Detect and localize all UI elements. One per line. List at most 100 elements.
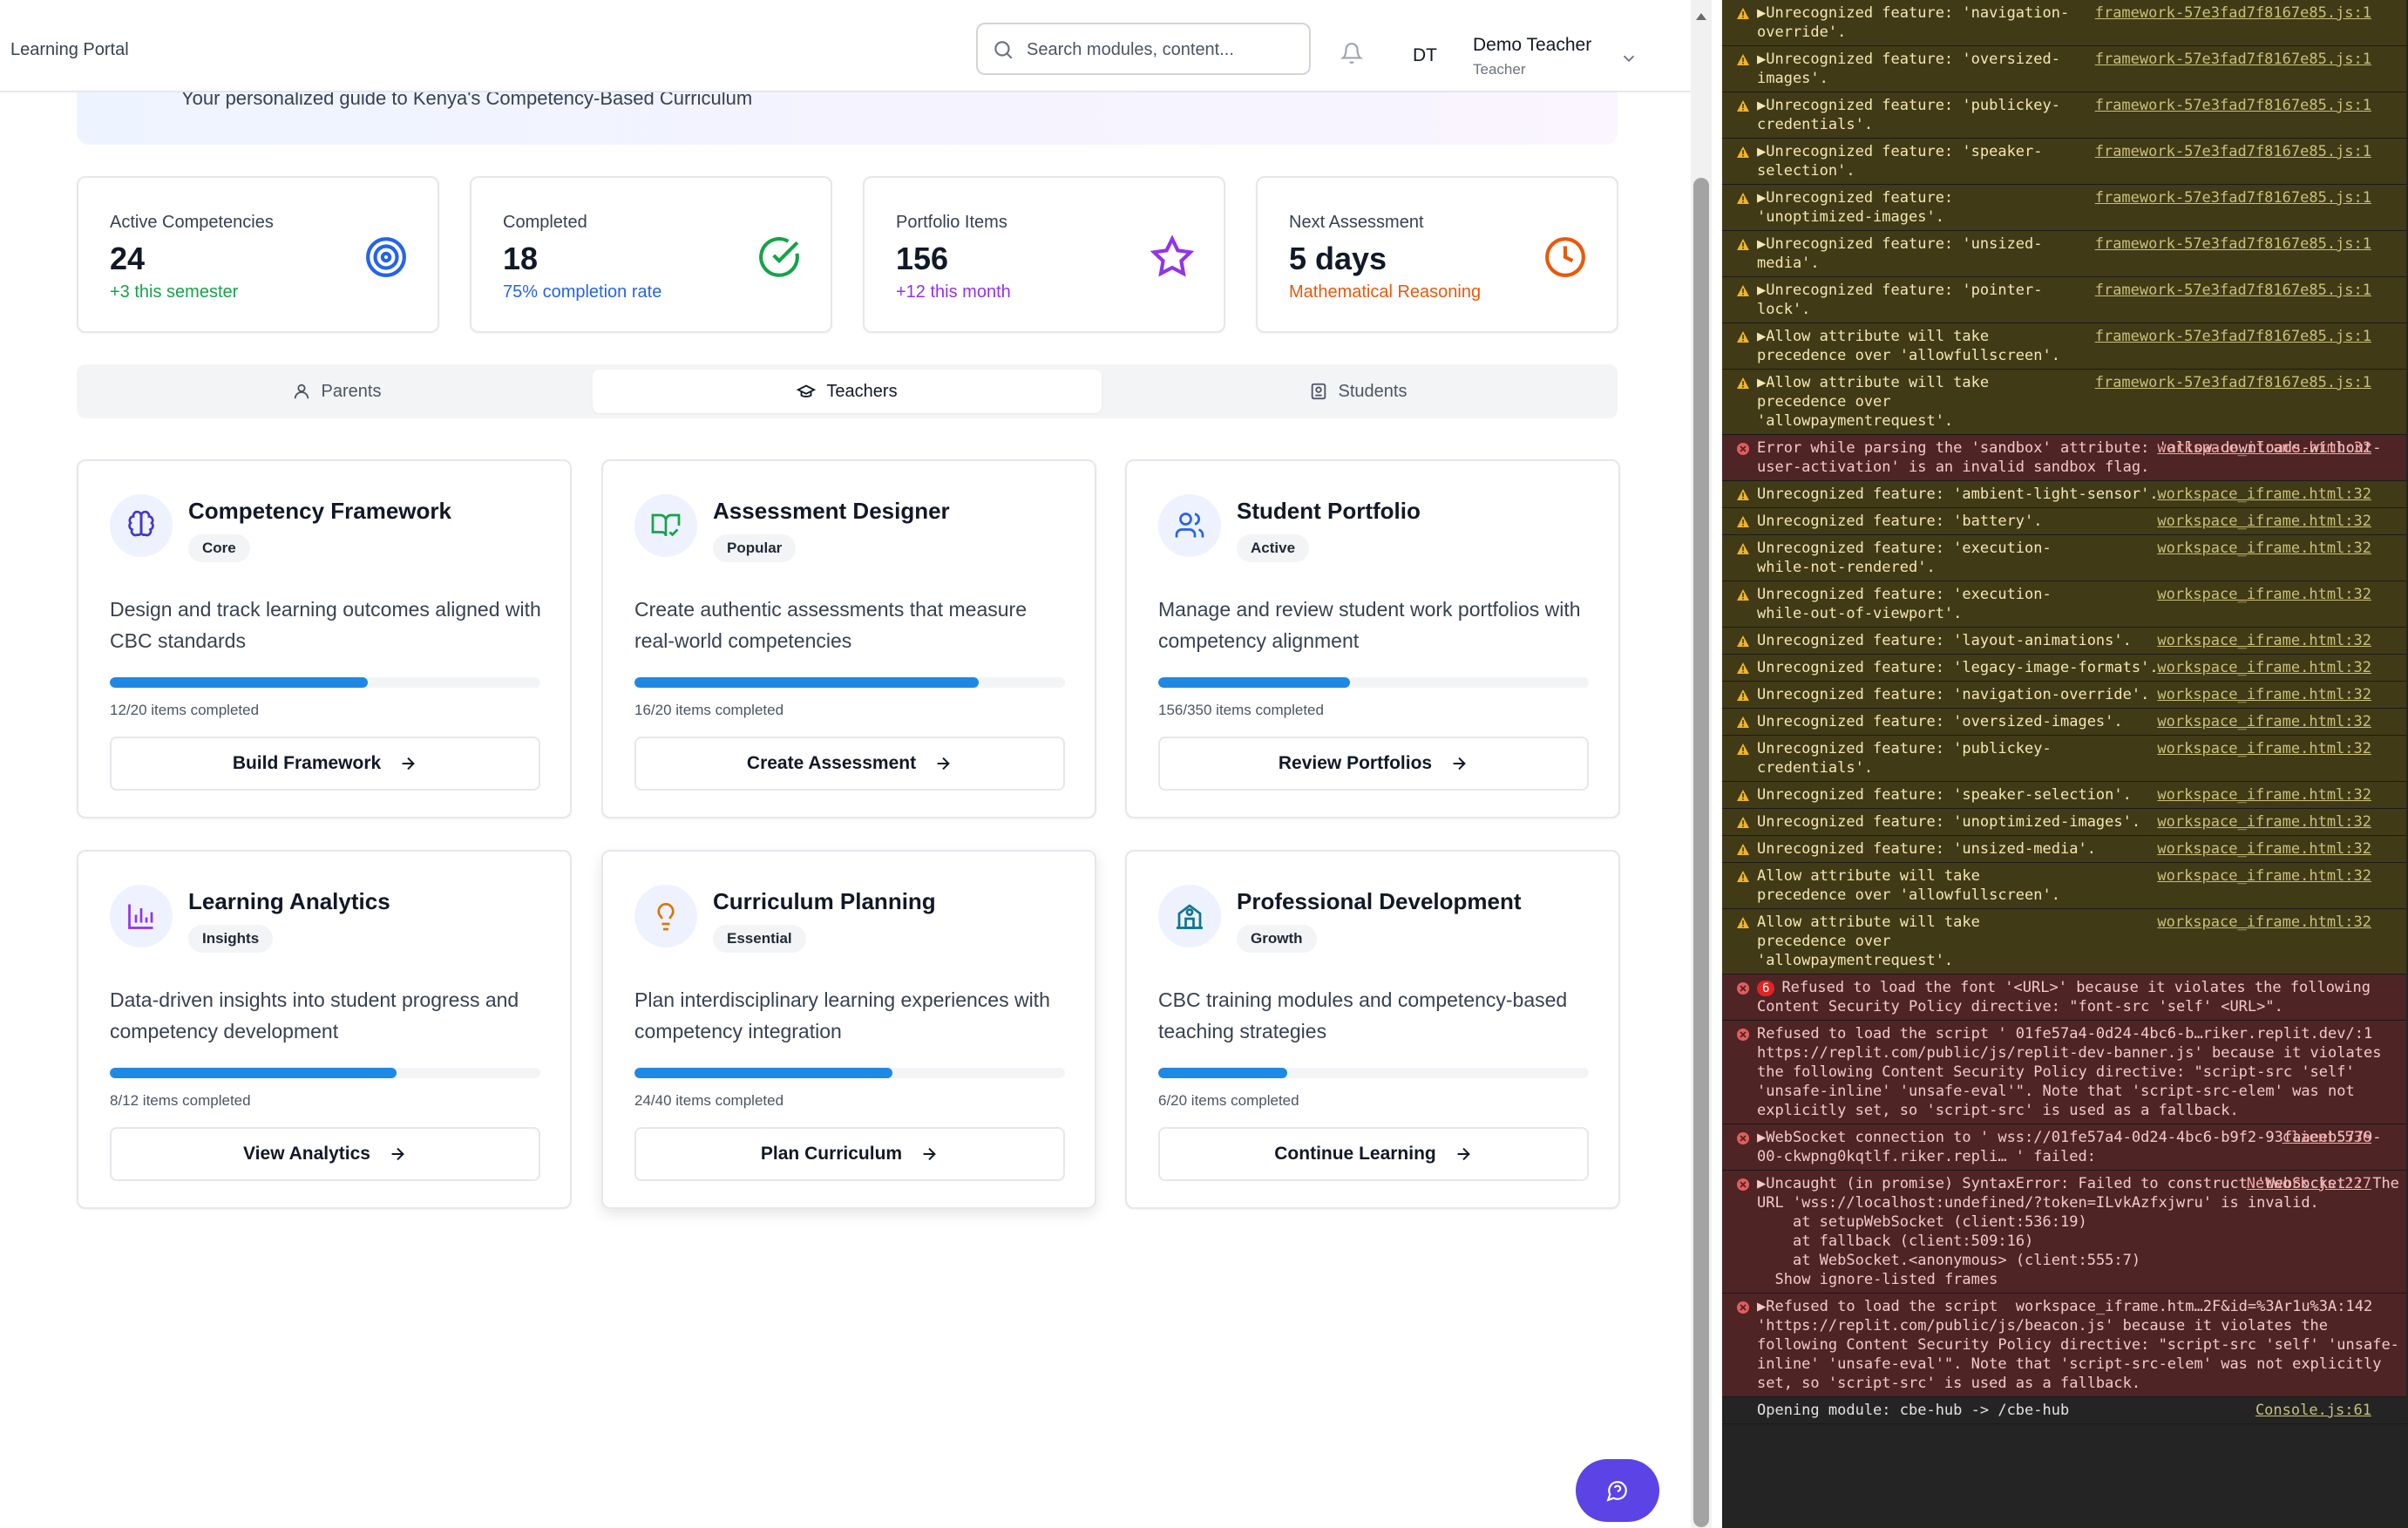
console-warning-entry[interactable]: ▶Unrecognized feature: 'pointer-lock'. fr…	[1722, 277, 2406, 323]
console-warning-entry[interactable]: ▶Unrecognized feature: 'oversized-images…	[1722, 46, 2406, 92]
progress-text: 24/40 items completed	[634, 1092, 784, 1109]
error-icon	[1737, 1301, 1749, 1314]
console-source-link[interactable]: workspace_iframe.html:32	[2157, 512, 2371, 531]
scrollbar-thumb[interactable]	[1693, 178, 1709, 1527]
chat-fab-button[interactable]	[1576, 1459, 1659, 1522]
console-source-link[interactable]: workspace_iframe.html:32	[2157, 658, 2371, 677]
warning-icon	[1737, 516, 1749, 527]
plan-curriculum-button[interactable]: Plan Curriculum	[634, 1127, 1065, 1181]
console-warning-entry[interactable]: Unrecognized feature: 'execution-while-n…	[1722, 535, 2406, 581]
create-assessment-button[interactable]: Create Assessment	[634, 737, 1065, 791]
warning-icon	[1737, 689, 1749, 701]
console-warning-entry[interactable]: Unrecognized feature: 'unsized-media'. wo…	[1722, 836, 2406, 863]
warning-icon	[1737, 917, 1749, 928]
tab-teachers[interactable]: Teachers	[593, 370, 1102, 413]
console-warning-entry[interactable]: Unrecognized feature: 'navigation-overri…	[1722, 682, 2406, 709]
console-warning-entry[interactable]: Unrecognized feature: 'layout-animations…	[1722, 628, 2406, 655]
console-source-link[interactable]: framework-57e3fad7f8167e85.js:1	[2095, 50, 2371, 69]
bell-icon[interactable]	[1340, 42, 1363, 65]
console-message: ▶Unrecognized feature: 'pointer-lock'.	[1757, 282, 2043, 318]
console-warning-entry[interactable]: ▶Allow attribute will take precedence ov…	[1722, 323, 2406, 370]
scroll-up-arrow-icon[interactable]	[1693, 10, 1709, 23]
console-warning-entry[interactable]: ▶Unrecognized feature: 'publickey-creden…	[1722, 92, 2406, 139]
console-warning-entry[interactable]: Allow attribute will take precedence ove…	[1722, 863, 2406, 909]
arrow-right-icon	[923, 1147, 936, 1161]
view-analytics-button[interactable]: View Analytics	[110, 1127, 540, 1181]
console-error-entry[interactable]: 6 Refused to load the font '<URL>' becaus…	[1722, 975, 2406, 1021]
console-message: ▶Allow attribute will take precedence ov…	[1757, 374, 1998, 430]
console-source-link[interactable]: workspace_iframe.html:32	[2157, 785, 2371, 805]
progress-bar	[634, 677, 1065, 688]
console-warning-entry[interactable]: Allow attribute will take precedence ove…	[1722, 909, 2406, 975]
module-card-student-portfolio: Student Portfolio Active Manage and revi…	[1125, 459, 1620, 818]
console-source-link[interactable]: framework-57e3fad7f8167e85.js:1	[2095, 373, 2371, 392]
stat-card-active-competencies: Active Competencies 24 +3 this semester	[77, 176, 439, 333]
console-warning-entry[interactable]: ▶Unrecognized feature: 'unsized-media'. f…	[1722, 231, 2406, 277]
console-source-link[interactable]: framework-57e3fad7f8167e85.js:1	[2095, 188, 2371, 207]
tab-students[interactable]: Students	[1103, 370, 1612, 413]
console-source-link[interactable]: workspace_iframe.html:32	[2157, 812, 2371, 832]
console-source-link[interactable]: workspace_iframe.html:32	[2157, 539, 2371, 558]
console-source-link[interactable]: workspace_iframe.html:32	[2157, 438, 2371, 458]
console-source-link[interactable]: workspace_iframe.html:32	[2157, 585, 2371, 604]
console-source-link[interactable]: framework-57e3fad7f8167e85.js:1	[2095, 3, 2371, 23]
console-source-link[interactable]: workspace_iframe.html:32	[2157, 685, 2371, 704]
search-input[interactable]	[1027, 37, 1297, 63]
console-source-link[interactable]: client:536	[2283, 1128, 2371, 1147]
console-source-link[interactable]: workspace_iframe.html:32	[2157, 485, 2371, 504]
console-error-entry[interactable]: ▶WebSocket connection to ' wss://01fe57a…	[1722, 1124, 2406, 1171]
build-framework-button[interactable]: Build Framework	[110, 737, 540, 791]
console-info-entry[interactable]: Opening module: cbe-hub -> /cbe-hub Conso…	[1722, 1397, 2406, 1424]
console-source-link[interactable]: workspace_iframe.html:32	[2157, 739, 2371, 758]
review-portfolios-button[interactable]: Review Portfolios	[1158, 737, 1589, 791]
console-source-link[interactable]: workspace_iframe.html:32	[2157, 913, 2371, 932]
search-box[interactable]	[976, 23, 1311, 75]
tab-parents[interactable]: Parents	[82, 370, 591, 413]
user-role: Teacher	[1473, 61, 1526, 78]
console-error-entry[interactable]: Refused to load the script ' 01fe57a4-0d…	[1722, 1021, 2406, 1124]
console-warning-entry[interactable]: Unrecognized feature: 'unoptimized-image…	[1722, 809, 2406, 836]
console-source-link[interactable]: framework-57e3fad7f8167e85.js:1	[2095, 142, 2371, 161]
console-source-link[interactable]: framework-57e3fad7f8167e85.js:1	[2095, 281, 2371, 300]
console-message: ▶Refused to load the script workspace_if…	[1757, 1298, 2399, 1392]
console-source-link[interactable]: workspace_iframe.html:32	[2157, 712, 2371, 731]
console-warning-entry[interactable]: Unrecognized feature: 'ambient-light-sen…	[1722, 481, 2406, 508]
console-source-link[interactable]: workspace_iframe.html:32	[2157, 866, 2371, 886]
console-warning-entry[interactable]: ▶Unrecognized feature: 'speaker-selectio…	[1722, 139, 2406, 185]
console-error-entry[interactable]: ▶Uncaught (in promise) SyntaxError: Fail…	[1722, 1171, 2406, 1294]
console-message: ▶Unrecognized feature: 'unsized-media'.	[1757, 235, 2043, 272]
console-message: 6 Refused to load the font '<URL>' becaus…	[1757, 979, 2380, 1015]
continue-learning-button[interactable]: Continue Learning	[1158, 1127, 1589, 1181]
console-error-entry[interactable]: ▶Refused to load the script workspace_if…	[1722, 1294, 2406, 1397]
users-icon	[1175, 513, 1204, 538]
brand-name[interactable]: Learning Portal	[10, 40, 129, 60]
warning-icon	[1737, 844, 1749, 855]
warning-icon	[1737, 331, 1749, 343]
chevron-down-icon[interactable]	[1619, 49, 1638, 68]
console-warning-entry[interactable]: Unrecognized feature: 'execution-while-o…	[1722, 581, 2406, 628]
warning-icon	[1737, 871, 1749, 882]
user-name[interactable]: Demo Teacher	[1473, 35, 1591, 56]
console-source-link[interactable]: Network.js:227	[2247, 1174, 2371, 1193]
warning-icon	[1737, 817, 1749, 828]
console-source-link[interactable]: workspace_iframe.html:32	[2157, 839, 2371, 859]
console-source-link[interactable]: Console.js:61	[2255, 1401, 2371, 1420]
console-error-entry[interactable]: Error while parsing the 'sandbox' attrib…	[1722, 435, 2406, 481]
console-source-link[interactable]: framework-57e3fad7f8167e85.js:1	[2095, 327, 2371, 346]
warning-icon	[1737, 193, 1749, 204]
console-source-link[interactable]: framework-57e3fad7f8167e85.js:1	[2095, 96, 2371, 115]
progress-text: 156/350 items completed	[1158, 702, 1324, 718]
console-warning-entry[interactable]: Unrecognized feature: 'legacy-image-form…	[1722, 655, 2406, 682]
console-warning-entry[interactable]: Unrecognized feature: 'battery'. workspac…	[1722, 508, 2406, 535]
console-warning-entry[interactable]: Unrecognized feature: 'oversized-images'…	[1722, 709, 2406, 736]
console-message: ▶Unrecognized feature: 'oversized-images…	[1757, 51, 2060, 87]
progress-text: 12/20 items completed	[110, 702, 260, 718]
console-warning-entry[interactable]: ▶Unrecognized feature: 'navigation-overr…	[1722, 0, 2406, 46]
console-warning-entry[interactable]: Unrecognized feature: 'publickey-credent…	[1722, 736, 2406, 782]
console-warning-entry[interactable]: Unrecognized feature: 'speaker-selection…	[1722, 782, 2406, 809]
avatar[interactable]: DT	[1403, 38, 1447, 73]
console-warning-entry[interactable]: ▶Allow attribute will take precedence ov…	[1722, 370, 2406, 435]
console-warning-entry[interactable]: ▶Unrecognized feature: 'unoptimized-imag…	[1722, 185, 2406, 231]
console-source-link[interactable]: framework-57e3fad7f8167e85.js:1	[2095, 234, 2371, 254]
console-source-link[interactable]: workspace_iframe.html:32	[2157, 631, 2371, 650]
